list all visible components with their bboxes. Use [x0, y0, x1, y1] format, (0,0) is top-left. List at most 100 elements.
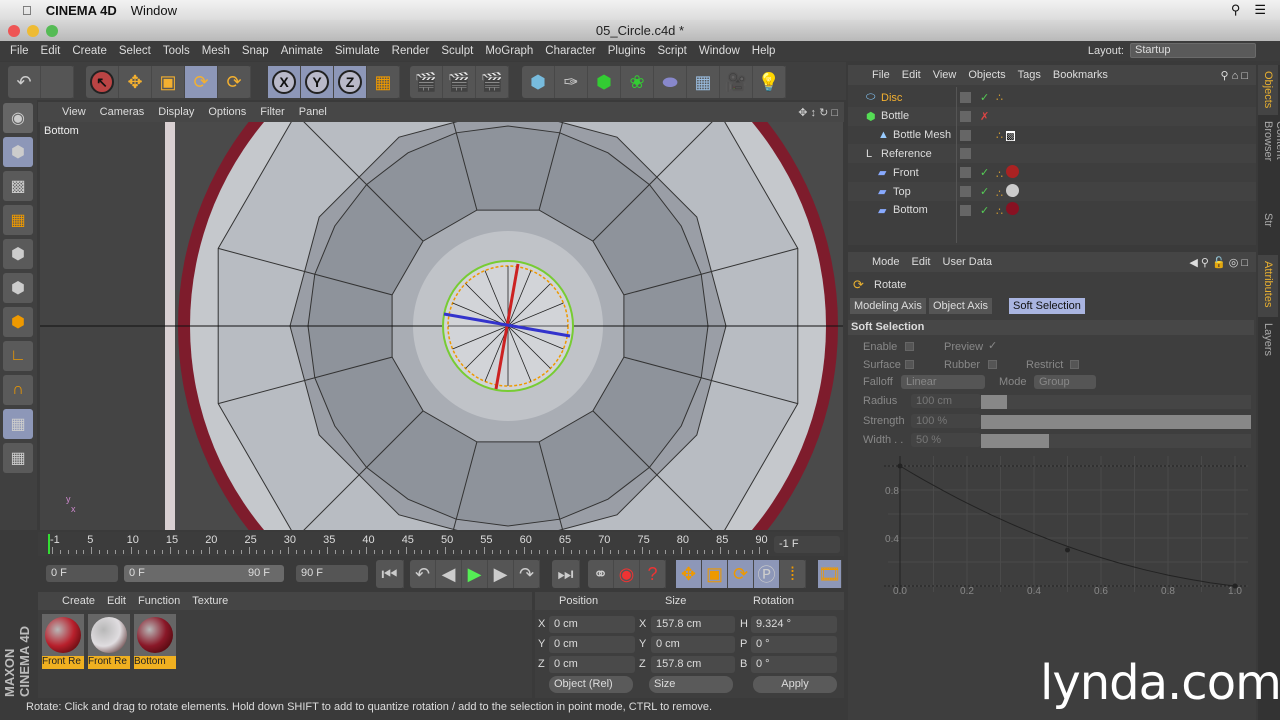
size-mode-dropdown[interactable]: Size — [649, 676, 733, 693]
size-field[interactable]: 0 cm — [651, 636, 735, 653]
obj-menu-bookmarks[interactable]: Bookmarks — [1053, 69, 1108, 81]
select-tool-icon[interactable]: ↖ — [86, 66, 119, 98]
mode-dropdown[interactable]: Group — [1034, 375, 1096, 389]
falloff-curve-graph[interactable]: 0.8 0.4 0.0 0.2 0.4 0.6 0.8 1.0 — [848, 452, 1256, 602]
attr-menu-mode[interactable]: Mode — [872, 256, 900, 268]
viewport-bottom[interactable]: Bottom y x — [40, 122, 843, 530]
render-view-icon[interactable]: 🎬 — [410, 66, 443, 98]
deformer-icon[interactable]: ⬬ — [654, 66, 687, 98]
position-field[interactable]: 0 cm — [549, 616, 635, 633]
menu-mograph[interactable]: MoGraph — [485, 45, 533, 57]
surface-checkbox[interactable] — [905, 360, 914, 369]
visibility-status[interactable]: ✓ — [980, 185, 989, 198]
menu-simulate[interactable]: Simulate — [335, 45, 380, 57]
recent-tool-icon[interactable]: ⟳ — [218, 66, 251, 98]
close-button[interactable] — [8, 25, 20, 37]
rotation-field[interactable]: 9.324 ° — [751, 616, 837, 633]
obj-menu-tags[interactable]: Tags — [1018, 69, 1041, 81]
z-axis-lock[interactable]: Z — [334, 66, 367, 98]
menu-help[interactable]: Help — [752, 45, 776, 57]
timeline[interactable]: -1 5 10 15 20 25 30 35 40 45 50 55 60 65 70 75 80 85 90 -1… — [38, 532, 844, 556]
render-settings-icon[interactable]: 🎬 — [476, 66, 509, 98]
obj-menu-view[interactable]: View — [933, 69, 957, 81]
enable-checkbox[interactable] — [905, 342, 914, 351]
object-row[interactable]: ▰ Top ✓ ∴ — [848, 182, 1256, 201]
cloner-icon[interactable]: ❀ — [621, 66, 654, 98]
obj-menu-objects[interactable]: Objects — [968, 69, 1005, 81]
strength-slider[interactable] — [981, 415, 1251, 429]
mat-menu-function[interactable]: Function — [138, 595, 180, 607]
record-keys-icon[interactable]: ⚭ — [588, 560, 614, 588]
preview-range-slider[interactable]: 0 F 90 F — [124, 565, 284, 582]
workplane-icon[interactable]: ▦ — [3, 205, 33, 235]
viewport-menu-display[interactable]: Display — [158, 106, 194, 118]
object-row[interactable]: ▰ Front ✓ ∴ — [848, 163, 1256, 182]
apply-button[interactable]: Apply — [753, 676, 837, 693]
apple-icon[interactable]:  — [22, 3, 32, 18]
object-name[interactable]: Bottle — [881, 110, 909, 122]
viewport-menu-options[interactable]: Options — [208, 106, 246, 118]
menu-plugins[interactable]: Plugins — [608, 45, 646, 57]
viewport-menu-filter[interactable]: Filter — [260, 106, 284, 118]
start-frame-field[interactable]: 0 F — [46, 565, 118, 582]
position-field[interactable]: 0 cm — [549, 636, 635, 653]
menu-window[interactable]: Window — [699, 45, 740, 57]
object-name[interactable]: Reference — [881, 148, 932, 160]
menu-tools[interactable]: Tools — [163, 45, 190, 57]
autokey-icon[interactable]: ◉ — [614, 560, 640, 588]
strength-field[interactable]: 100 % — [911, 414, 981, 428]
side-tab-content-browser[interactable]: Content Browser — [1258, 115, 1280, 207]
object-tags[interactable]: ∴ ▩ — [996, 129, 1015, 142]
rotation-field[interactable]: 0 ° — [751, 636, 837, 653]
menu-character[interactable]: Character — [545, 45, 596, 57]
object-row[interactable]: ⬢ Bottle ✗ — [848, 106, 1256, 126]
app-menu[interactable]: CINEMA 4D — [46, 3, 117, 18]
object-row[interactable]: ▰ Bottom ✓ ∴ — [848, 201, 1256, 220]
keyframe-selection-icon[interactable]: ? — [640, 560, 666, 588]
width-slider[interactable] — [981, 434, 1251, 448]
current-frame-field[interactable]: -1 F — [774, 536, 840, 553]
layer-icon[interactable] — [960, 92, 971, 103]
subdivision-icon[interactable]: ⬢ — [588, 66, 621, 98]
menu-script[interactable]: Script — [657, 45, 686, 57]
layer-icon[interactable] — [960, 186, 971, 197]
floor-icon[interactable]: ▦ — [687, 66, 720, 98]
object-tags[interactable]: ∴ — [996, 183, 1020, 200]
light-icon[interactable]: 💡 — [753, 66, 786, 98]
snap-icon[interactable]: ∩ — [3, 375, 33, 405]
layer-icon[interactable] — [960, 129, 971, 141]
radius-slider[interactable] — [981, 395, 1251, 409]
menu-file[interactable]: File — [10, 45, 29, 57]
coordinate-system-icon[interactable]: ▦ — [367, 66, 400, 98]
object-tags[interactable]: ∴ — [996, 91, 1003, 104]
obj-menu-edit[interactable]: Edit — [902, 69, 921, 81]
mat-menu-texture[interactable]: Texture — [192, 595, 228, 607]
menu-sculpt[interactable]: Sculpt — [441, 45, 473, 57]
goto-start-icon[interactable]: ⏮ — [376, 560, 404, 588]
position-field[interactable]: 0 cm — [549, 656, 635, 673]
object-name[interactable]: Disc — [881, 92, 902, 104]
attr-menu-userdata[interactable]: User Data — [943, 256, 993, 268]
playhead[interactable] — [48, 534, 50, 554]
rotate-tool-icon[interactable]: ⟳ — [185, 66, 218, 98]
x-axis-lock[interactable]: X — [268, 66, 301, 98]
object-name[interactable]: Bottle Mesh — [893, 129, 951, 141]
attr-menu-edit[interactable]: Edit — [912, 256, 931, 268]
key-pla-icon[interactable]: ⁞ — [780, 560, 806, 588]
y-axis-lock[interactable]: Y — [301, 66, 334, 98]
material-swatch[interactable]: Bottom — [134, 614, 176, 669]
timeline-ruler[interactable]: -1 5 10 15 20 25 30 35 40 45 50 55 60 65 70 75 80 85 90 — [48, 534, 769, 554]
visibility-status[interactable]: ✓ — [980, 91, 989, 104]
cube-icon[interactable]: ⬢ — [522, 66, 555, 98]
radius-field[interactable]: 100 cm — [911, 394, 981, 408]
rubber-checkbox[interactable] — [988, 360, 997, 369]
tab-object-axis[interactable]: Object Axis — [929, 298, 993, 314]
minimize-button[interactable] — [27, 25, 39, 37]
viewport-scene[interactable] — [40, 122, 843, 530]
key-rotation-icon[interactable]: ⟳ — [728, 560, 754, 588]
edges-mode-icon[interactable]: ⬢ — [3, 273, 33, 303]
object-tags[interactable]: ∴ — [996, 202, 1020, 218]
key-parameter-icon[interactable]: Ⓟ — [754, 560, 780, 588]
side-tab-layers[interactable]: Layers — [1258, 317, 1278, 377]
width-field[interactable]: 50 % — [911, 433, 981, 447]
